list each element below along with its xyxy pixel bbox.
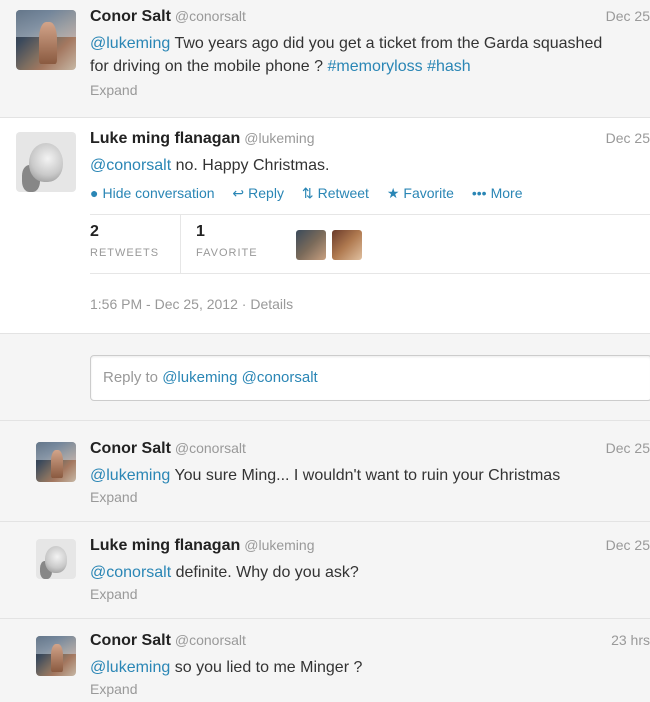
more-button[interactable]: ••• More: [472, 185, 523, 201]
reply-arrow-icon: ↩: [232, 185, 245, 201]
author-name[interactable]: Conor Salt: [90, 8, 171, 25]
reply-tweet[interactable]: Conor Salt @conorsalt Dec 25 @lukeming Yo…: [0, 422, 650, 522]
author-name[interactable]: Luke ming flanagan: [90, 130, 240, 147]
tweet-text: @conorsalt definite. Why do you ask?: [90, 564, 359, 581]
stat-divider: [180, 215, 181, 273]
expand-link[interactable]: Expand: [90, 586, 650, 602]
mention-link[interactable]: @lukeming: [90, 35, 170, 52]
mention-link[interactable]: @lukeming: [90, 659, 170, 676]
tweet-time[interactable]: Dec 25: [606, 8, 650, 24]
reply-tweet[interactable]: Conor Salt @conorsalt 23 hrs @lukeming so…: [0, 620, 650, 702]
ellipsis-icon: •••: [471, 185, 487, 201]
author-name[interactable]: Conor Salt: [90, 440, 171, 457]
details-link[interactable]: Details: [250, 296, 293, 312]
reply-section: Reply to @lukeming @conorsalt: [0, 335, 650, 421]
tweet-stats: 2 RETWEETS 1 FAVORITE: [90, 214, 650, 274]
expand-link[interactable]: Expand: [90, 681, 650, 697]
expand-link[interactable]: Expand: [90, 82, 650, 98]
author-handle[interactable]: @conorsalt: [175, 632, 246, 648]
mention-link[interactable]: @lukeming: [90, 467, 170, 484]
tweet-conor-original[interactable]: Conor Salt @conorsalt Dec 25 @lukeming Tw…: [0, 0, 650, 118]
star-icon: ★: [386, 185, 400, 201]
tweet-text: @conorsalt no. Happy Christmas.: [90, 157, 330, 174]
favorite-button[interactable]: ★ Favorite: [387, 185, 454, 201]
tweet-time[interactable]: 23 hrs: [611, 632, 650, 648]
tweet-text: @lukeming so you lied to me Minger ?: [90, 659, 363, 676]
author-name[interactable]: Conor Salt: [90, 632, 171, 649]
hashtag-link[interactable]: #memoryloss: [327, 58, 422, 75]
favoriter-avatar[interactable]: [332, 230, 362, 260]
author-handle[interactable]: @conorsalt: [175, 440, 246, 456]
reply-input[interactable]: Reply to @lukeming @conorsalt: [90, 355, 650, 401]
reply-tweet[interactable]: Luke ming flanagan @lukeming Dec 25 @cono…: [0, 523, 650, 619]
tweet-actions: ● Hide conversation ↩ Reply ⇅ Retweet ★ Favo…: [90, 185, 650, 202]
avatar-conor[interactable]: [36, 636, 76, 676]
hide-conversation-button[interactable]: ● Hide conversation: [90, 185, 215, 201]
avatar-conor[interactable]: [16, 10, 76, 70]
favorites-stat[interactable]: 1 FAVORITE: [196, 223, 258, 259]
author-handle[interactable]: @lukeming: [244, 130, 314, 146]
avatar-conor[interactable]: [36, 442, 76, 482]
tweet-time[interactable]: Dec 25: [606, 440, 650, 456]
tweet-time[interactable]: Dec 25: [606, 130, 650, 146]
tweet-text: @lukeming You sure Ming... I wouldn't wa…: [90, 467, 561, 484]
reply-button[interactable]: ↩ Reply: [232, 185, 284, 201]
tweet-text: @lukeming Two years ago did you get a ti…: [90, 35, 603, 75]
retweet-button[interactable]: ⇅ Retweet: [302, 185, 369, 201]
retweet-icon: ⇅: [301, 185, 314, 201]
author-name[interactable]: Luke ming flanagan: [90, 537, 240, 554]
expand-link[interactable]: Expand: [90, 489, 650, 505]
mention-link[interactable]: @conorsalt: [90, 564, 171, 581]
speech-bubble-icon: ●: [90, 185, 99, 201]
retweets-stat[interactable]: 2 RETWEETS: [90, 223, 159, 259]
avatar-luke[interactable]: [36, 539, 76, 579]
tweet-luke-expanded: Luke ming flanagan @lukeming Dec 25 @cono…: [0, 118, 650, 334]
mention-link[interactable]: @conorsalt: [90, 157, 171, 174]
avatar-luke[interactable]: [16, 132, 76, 192]
author-handle[interactable]: @lukeming: [244, 537, 314, 553]
tweet-timestamp: 1:56 PM - Dec 25, 2012 · Details: [90, 296, 294, 312]
hashtag-link[interactable]: #hash: [427, 58, 471, 75]
favoriter-avatar[interactable]: [296, 230, 326, 260]
tweet-time[interactable]: Dec 25: [606, 537, 650, 553]
author-handle[interactable]: @conorsalt: [175, 8, 246, 24]
